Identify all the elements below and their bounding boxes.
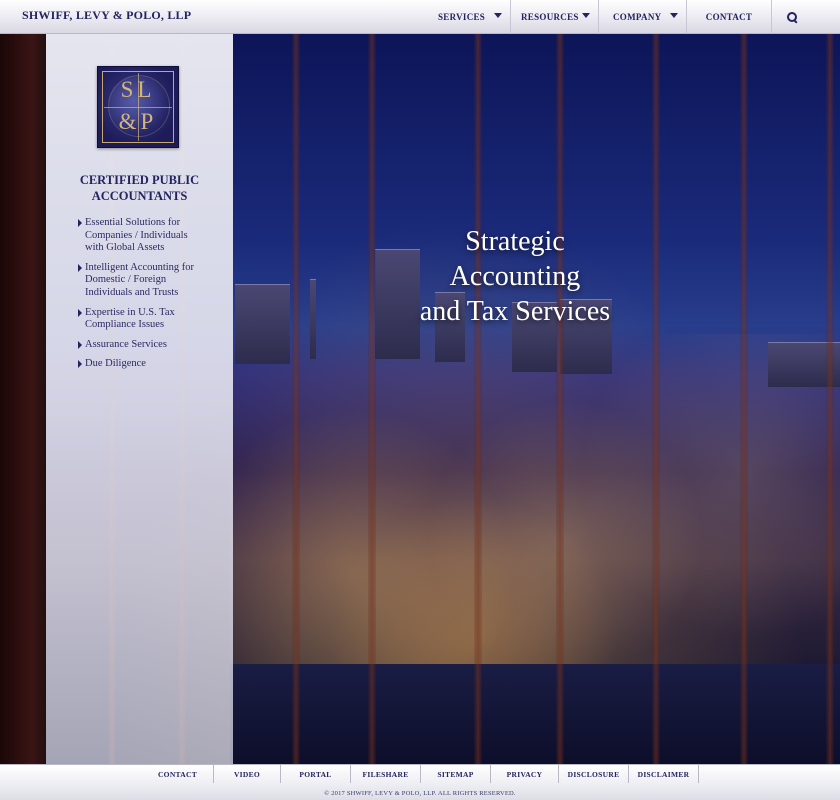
nav-resources-label: RESOURCES — [521, 12, 579, 22]
site-brand[interactable]: SHWIFF, LEVY & POLO, LLP — [22, 8, 191, 23]
logo-monogram-bottom: &P — [118, 109, 158, 134]
service-item-tax-compliance[interactable]: Expertise in U.S. Tax Compliance Issues — [78, 307, 208, 332]
hero-heading: Strategic Accounting and Tax Services — [390, 224, 640, 329]
bridge-cable — [826, 34, 834, 764]
bridge-cable — [368, 34, 376, 764]
nav-contact-label: CONTACT — [705, 12, 753, 22]
nav-services[interactable]: SERVICES — [424, 0, 511, 34]
footer-link-fileshare[interactable]: FILESHARE — [351, 765, 421, 783]
logo-monogram-top: SL — [120, 77, 156, 102]
nav-company[interactable]: COMPANY — [599, 0, 687, 34]
search-button[interactable] — [772, 0, 812, 34]
hero-heading-line: Accounting — [449, 261, 581, 292]
nav-services-label: SERVICES — [438, 12, 486, 22]
footer-link-disclaimer[interactable]: DISCLAIMER — [629, 765, 699, 783]
service-list: Essential Solutions for Companies / Indi… — [78, 217, 208, 378]
main-nav: SERVICES RESOURCES COMPANY CONTACT — [424, 0, 812, 34]
firm-logo[interactable]: SL &P — [97, 66, 179, 148]
caret-right-icon — [78, 263, 82, 272]
nav-resources[interactable]: RESOURCES — [511, 0, 599, 34]
site-footer: CONTACT VIDEO PORTAL FILESHARE SITEMAP P… — [0, 764, 840, 800]
service-item-intelligent-accounting[interactable]: Intelligent Accounting for Domestic / Fo… — [78, 262, 208, 300]
nav-contact[interactable]: CONTACT — [687, 0, 772, 34]
city-lights — [230, 334, 840, 674]
bridge-tower-silhouette — [0, 34, 46, 764]
bridge-cable — [556, 34, 564, 764]
logo-divider — [104, 107, 172, 108]
caret-right-icon — [78, 340, 82, 349]
service-item-due-diligence[interactable]: Due Diligence — [78, 358, 208, 371]
footer-link-sitemap[interactable]: SITEMAP — [421, 765, 491, 783]
sidebar-title-line: ACCOUNTANTS — [91, 189, 188, 203]
footer-link-privacy[interactable]: PRIVACY — [491, 765, 559, 783]
footer-link-video[interactable]: VIDEO — [214, 765, 281, 783]
hero-heading-line: Strategic — [465, 226, 565, 257]
services-sidebar: SL &P CERTIFIED PUBLIC ACCOUNTANTS Essen… — [46, 34, 233, 764]
nav-company-label: COMPANY — [613, 12, 662, 22]
hero-heading-line: and Tax Services — [419, 296, 611, 327]
chevron-down-icon — [582, 13, 590, 18]
sidebar-title: CERTIFIED PUBLIC ACCOUNTANTS — [46, 172, 233, 204]
bridge-cable — [292, 34, 300, 764]
spire — [310, 279, 316, 359]
sidebar-title-line: CERTIFIED PUBLIC — [79, 173, 200, 187]
service-item-label: Intelligent Accounting for Domestic / Fo… — [85, 261, 195, 298]
chevron-down-icon — [494, 13, 502, 18]
building — [235, 284, 290, 364]
bridge-cable — [474, 34, 482, 764]
service-item-label: Expertise in U.S. Tax Compliance Issues — [85, 306, 175, 331]
service-item-global-assets[interactable]: Essential Solutions for Companies / Indi… — [78, 217, 208, 255]
caret-right-icon — [78, 360, 82, 369]
caret-right-icon — [78, 219, 82, 227]
bridge-cable — [740, 34, 748, 764]
service-item-label: Assurance Services — [85, 338, 167, 350]
caret-right-icon — [78, 308, 82, 317]
bay-water — [230, 664, 840, 764]
footer-link-contact[interactable]: CONTACT — [142, 765, 214, 783]
site-header: SHWIFF, LEVY & POLO, LLP SERVICES RESOUR… — [0, 0, 840, 34]
service-item-label: Due Diligence — [85, 358, 146, 370]
search-icon — [787, 12, 797, 22]
chevron-down-icon — [670, 13, 678, 18]
service-item-label: Essential Solutions for Companies / Indi… — [85, 217, 188, 254]
bridge-cable — [652, 34, 660, 764]
footer-nav: CONTACT VIDEO PORTAL FILESHARE SITEMAP P… — [142, 765, 699, 783]
footer-link-portal[interactable]: PORTAL — [281, 765, 351, 783]
copyright-notice: © 2017 SHWIFF, LEVY & POLO, LLP. ALL RIG… — [324, 790, 516, 797]
footer-link-disclosure[interactable]: DISCLOSURE — [559, 765, 629, 783]
service-item-assurance[interactable]: Assurance Services — [78, 339, 208, 352]
